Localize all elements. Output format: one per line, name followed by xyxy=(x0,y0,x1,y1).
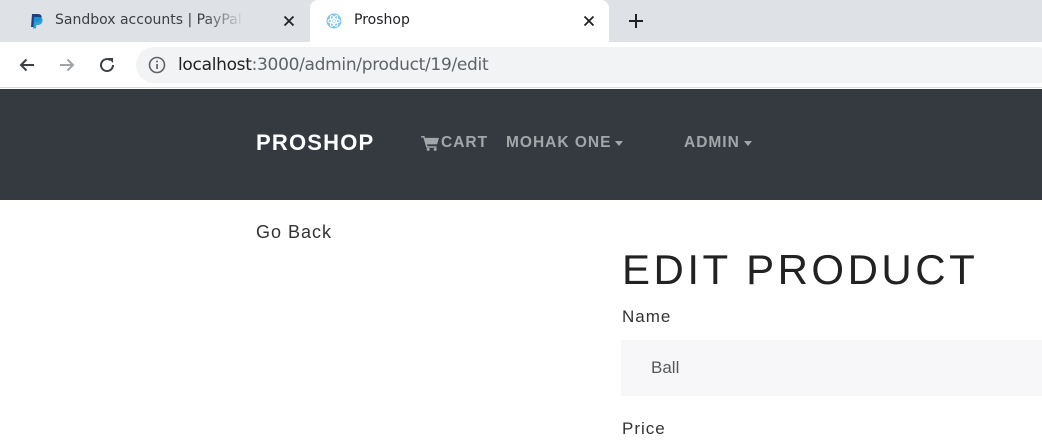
page-title: EDIT PRODUCT xyxy=(622,246,979,293)
browser-tab-strip: Sandbox accounts | PayPal Developer Pros… xyxy=(0,0,1042,42)
nav-cart-link[interactable]: CART xyxy=(421,134,488,152)
browser-tab-paypal[interactable]: Sandbox accounts | PayPal Developer xyxy=(20,0,306,42)
nav-cart-label: CART xyxy=(441,134,489,151)
close-icon[interactable] xyxy=(578,10,600,32)
arrow-left-icon xyxy=(19,58,34,72)
url-text: localhost:3000/admin/product/19/edit xyxy=(178,55,489,75)
info-icon[interactable] xyxy=(148,56,166,74)
tab-title: Proshop xyxy=(354,12,410,28)
close-icon[interactable] xyxy=(278,10,300,32)
reload-button[interactable] xyxy=(93,51,121,79)
address-bar[interactable]: localhost:3000/admin/product/19/edit xyxy=(136,47,1042,83)
brand-logo-link[interactable]: PROSHOP xyxy=(256,130,374,156)
go-back-button[interactable]: Go Back xyxy=(256,222,332,243)
name-input[interactable] xyxy=(621,340,1042,396)
browser-tab-proshop[interactable]: Proshop xyxy=(310,0,609,42)
nav-admin-dropdown[interactable]: ADMIN xyxy=(684,134,752,152)
reload-icon xyxy=(100,58,115,73)
arrow-right-icon xyxy=(60,58,75,72)
name-label: Name xyxy=(622,307,672,326)
back-button[interactable] xyxy=(13,51,41,79)
caret-down-icon xyxy=(615,141,624,146)
paypal-icon xyxy=(31,14,43,29)
nav-user-label: MOHAK ONE xyxy=(506,134,612,151)
url-path: :3000/admin/product/19/edit xyxy=(251,55,489,75)
tab-title: Sandbox accounts | PayPal Developer xyxy=(55,12,245,28)
site-navbar: PROSHOP CART MOHAK ONE ADMIN xyxy=(0,89,1042,200)
nav-user-dropdown[interactable]: MOHAK ONE xyxy=(506,134,624,152)
plus-icon xyxy=(629,14,643,28)
browser-toolbar: localhost:3000/admin/product/19/edit xyxy=(0,42,1042,88)
url-host: localhost xyxy=(178,55,252,75)
shopping-cart-icon xyxy=(421,135,439,151)
new-tab-button[interactable] xyxy=(624,9,648,33)
react-icon xyxy=(326,13,342,29)
forward-button[interactable] xyxy=(53,51,81,79)
nav-admin-label: ADMIN xyxy=(684,134,740,151)
caret-down-icon xyxy=(743,141,752,146)
price-label: Price xyxy=(622,419,666,438)
